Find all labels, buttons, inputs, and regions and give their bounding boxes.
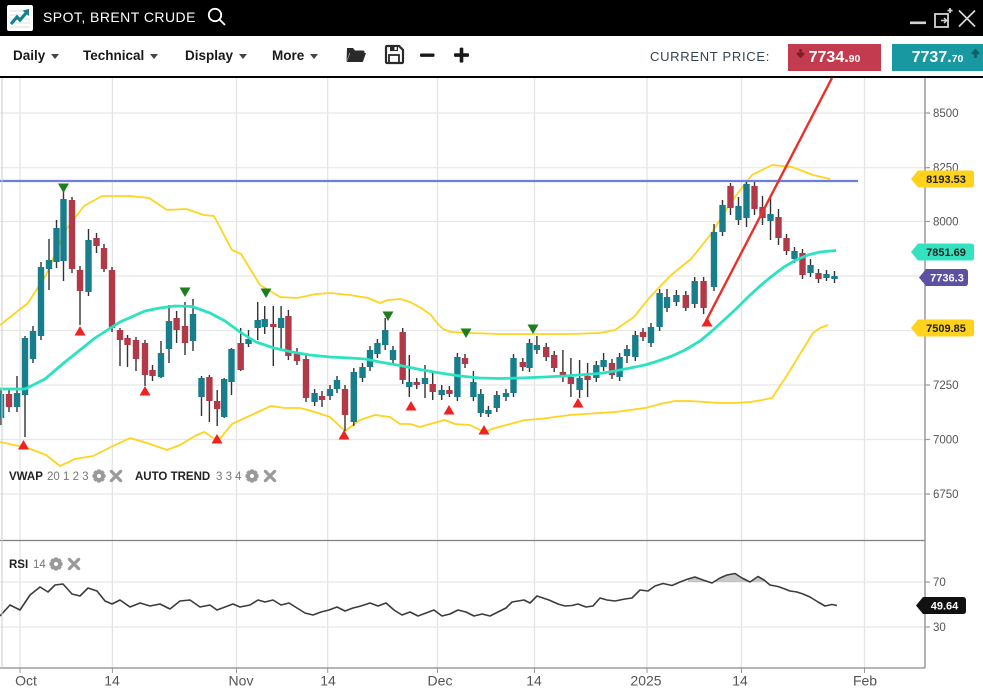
svg-text:7851.69: 7851.69 bbox=[926, 247, 966, 259]
svg-text:49.64: 49.64 bbox=[931, 601, 959, 613]
svg-text:8500: 8500 bbox=[933, 108, 959, 120]
svg-text:6750: 6750 bbox=[933, 489, 959, 501]
svg-text:14: 14 bbox=[320, 673, 336, 689]
svg-text:Feb: Feb bbox=[853, 673, 877, 689]
svg-text:30: 30 bbox=[933, 622, 946, 634]
svg-text:VWAP: VWAP bbox=[9, 471, 43, 483]
svg-text:Nov: Nov bbox=[229, 673, 254, 689]
svg-text:3 3 4: 3 3 4 bbox=[216, 471, 242, 483]
svg-text:Dec: Dec bbox=[428, 673, 453, 689]
svg-text:7736.3: 7736.3 bbox=[930, 273, 964, 285]
svg-text:8000: 8000 bbox=[933, 217, 959, 229]
svg-text:20 1 2 3: 20 1 2 3 bbox=[47, 471, 89, 483]
svg-text:70: 70 bbox=[933, 577, 946, 589]
svg-text:AUTO TREND: AUTO TREND bbox=[135, 471, 210, 483]
svg-text:8193.53: 8193.53 bbox=[926, 174, 966, 186]
svg-text:7250: 7250 bbox=[933, 380, 959, 392]
svg-text:14: 14 bbox=[104, 673, 120, 689]
svg-text:Oct: Oct bbox=[15, 673, 37, 689]
svg-text:14: 14 bbox=[732, 673, 748, 689]
svg-text:7000: 7000 bbox=[933, 435, 959, 447]
svg-text:14: 14 bbox=[526, 673, 542, 689]
svg-text:7509.85: 7509.85 bbox=[926, 323, 966, 335]
svg-text:RSI: RSI bbox=[9, 559, 28, 571]
svg-text:2025: 2025 bbox=[630, 673, 661, 689]
svg-text:14: 14 bbox=[33, 559, 46, 571]
